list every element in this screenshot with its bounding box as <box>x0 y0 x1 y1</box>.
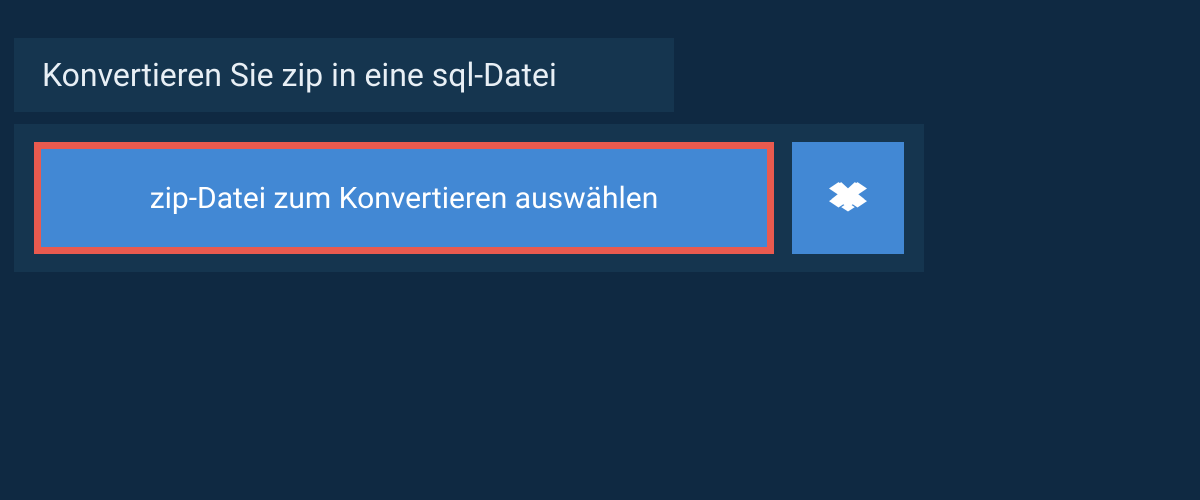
upload-panel: zip-Datei zum Konvertieren auswählen <box>14 124 924 272</box>
select-file-label: zip-Datei zum Konvertieren auswählen <box>150 181 659 216</box>
page-title: Konvertieren Sie zip in eine sql-Datei <box>14 38 674 112</box>
page-title-text: Konvertieren Sie zip in eine sql-Datei <box>42 56 557 94</box>
select-file-button[interactable]: zip-Datei zum Konvertieren auswählen <box>34 142 774 254</box>
dropbox-icon <box>829 179 867 217</box>
dropbox-button[interactable] <box>792 142 904 254</box>
main-container: Konvertieren Sie zip in eine sql-Datei z… <box>0 0 1200 272</box>
